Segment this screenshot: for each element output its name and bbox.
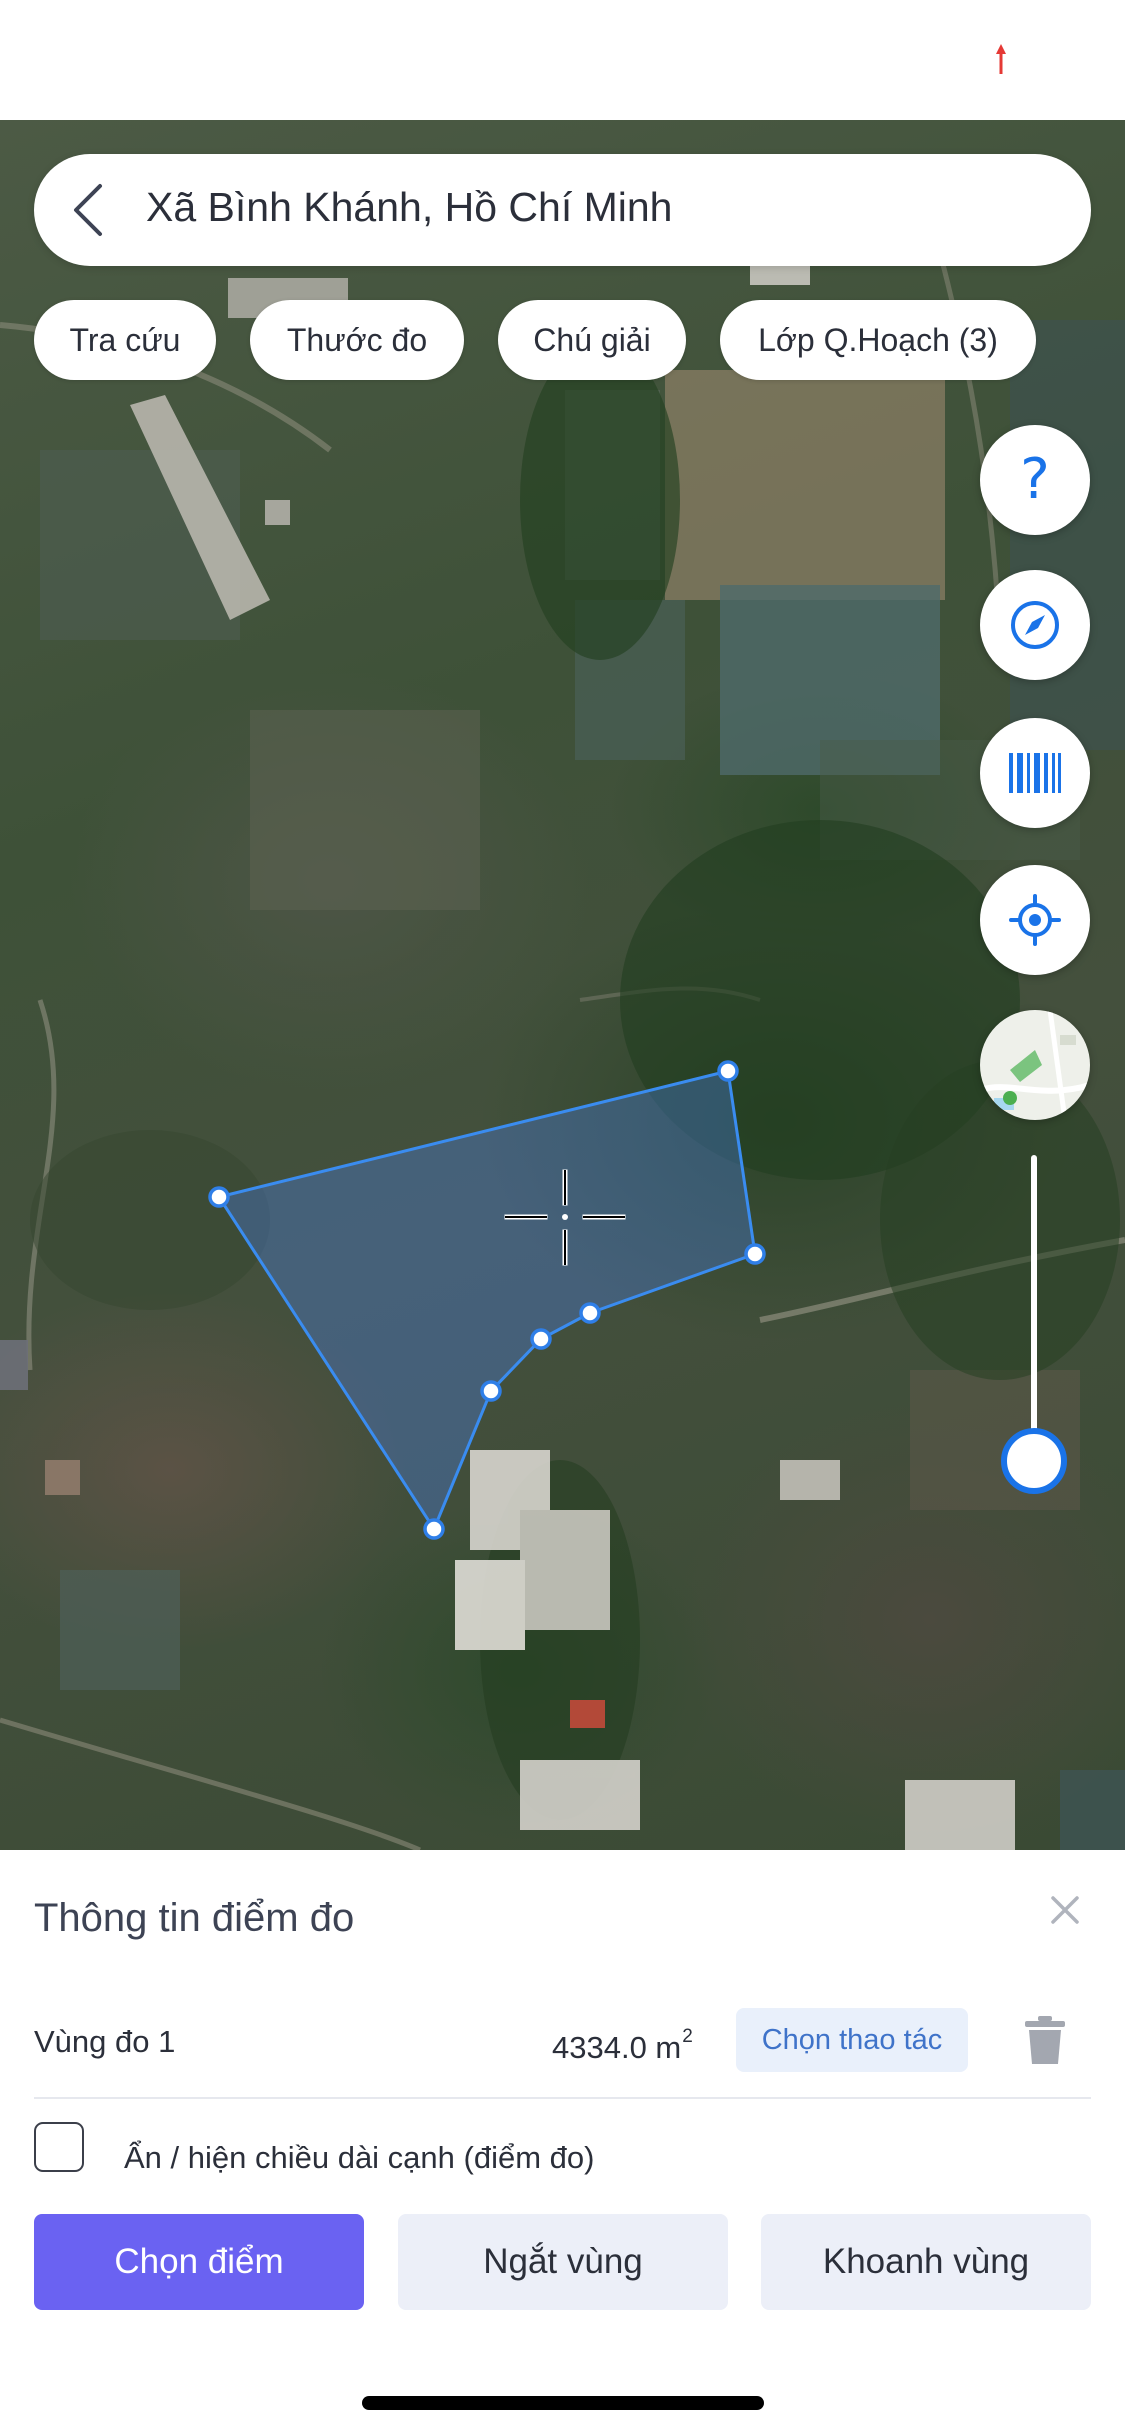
- help-icon: ?: [1020, 447, 1050, 512]
- vertex-handle[interactable]: [579, 1302, 601, 1324]
- zone-area: 4334.0 m2: [552, 2026, 693, 2066]
- location-title[interactable]: Xã Bình Khánh, Hồ Chí Minh: [146, 184, 672, 231]
- locate-button[interactable]: [980, 865, 1090, 975]
- choose-action-button[interactable]: Chọn thao tác: [736, 2008, 968, 2072]
- trash-icon[interactable]: [1022, 2014, 1068, 2066]
- chip-measure[interactable]: Thước đo: [250, 300, 464, 380]
- vertex-handle[interactable]: [480, 1380, 502, 1402]
- vertex-handle[interactable]: [208, 1186, 230, 1208]
- status-bar: [0, 0, 1125, 120]
- area-unit-exponent: 2: [682, 2026, 693, 2047]
- chip-lookup[interactable]: Tra cứu: [34, 300, 216, 380]
- barcode-button[interactable]: [980, 718, 1090, 828]
- vertex-handle[interactable]: [423, 1518, 445, 1540]
- compass-button[interactable]: [980, 570, 1090, 680]
- vertex-handle[interactable]: [717, 1060, 739, 1082]
- select-point-button[interactable]: Chọn điểm: [34, 2214, 364, 2310]
- map-style-button[interactable]: [980, 1010, 1090, 1120]
- zoom-slider-track[interactable]: [1031, 1155, 1037, 1460]
- vertex-handle[interactable]: [530, 1328, 552, 1350]
- minimap-icon: [980, 1010, 1090, 1120]
- zone-name: Vùng đo 1: [34, 2024, 176, 2059]
- chip-legend[interactable]: Chú giải: [498, 300, 686, 380]
- edge-length-checkbox[interactable]: [34, 2122, 84, 2172]
- panel-title: Thông tin điểm đo: [34, 1896, 355, 1940]
- area-value: 4334.0 m: [552, 2030, 682, 2065]
- barcode-icon: [1009, 753, 1061, 793]
- vertex-handle[interactable]: [744, 1243, 766, 1265]
- divider: [34, 2097, 1091, 2099]
- chevron-left-icon[interactable]: [68, 180, 108, 240]
- enclose-zone-button[interactable]: Khoanh vùng: [761, 2214, 1091, 2310]
- chip-planning-layers[interactable]: Lớp Q.Hoạch (3): [720, 300, 1036, 380]
- location-arrow-icon: [996, 44, 1006, 74]
- locate-icon: [1009, 894, 1061, 946]
- break-zone-button[interactable]: Ngắt vùng: [398, 2214, 728, 2310]
- close-icon[interactable]: [1045, 1890, 1085, 1930]
- help-button[interactable]: ?: [980, 425, 1090, 535]
- compass-icon: [1011, 601, 1059, 649]
- edge-length-label: Ẩn / hiện chiều dài cạnh (điểm đo): [124, 2140, 595, 2175]
- zoom-slider-thumb[interactable]: [1001, 1428, 1067, 1494]
- home-indicator[interactable]: [362, 2396, 764, 2410]
